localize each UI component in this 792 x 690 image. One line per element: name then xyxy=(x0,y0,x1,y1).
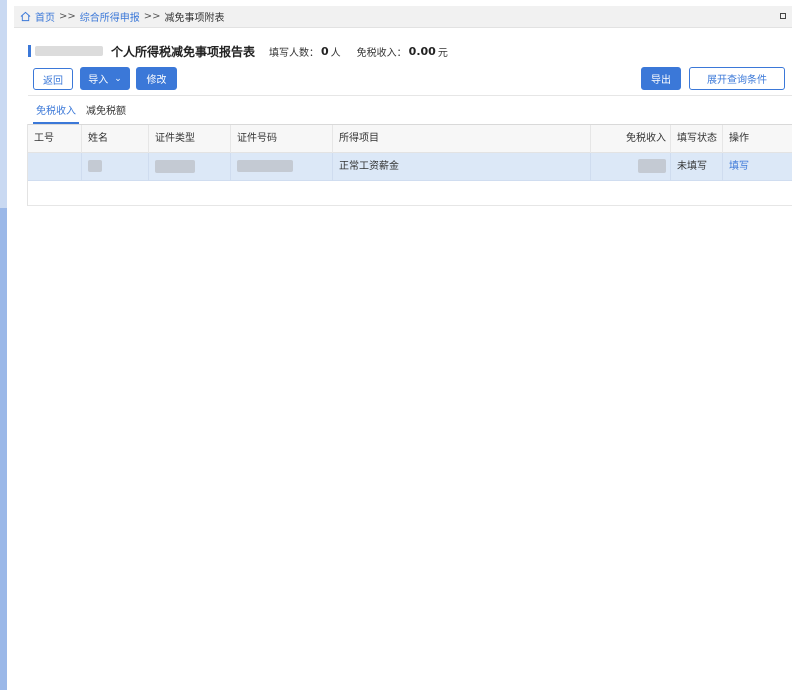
edit-button-label: 修改 xyxy=(146,75,167,86)
id-number-redacted xyxy=(237,160,293,172)
cell-tax-free-income xyxy=(590,153,670,181)
column-header-fill-status: 填写状态 xyxy=(670,125,722,153)
tax-free-income-unit: 元 xyxy=(437,47,448,59)
breadcrumb-current: 减免事项附表 xyxy=(164,13,225,24)
cell-income-item: 正常工资薪金 xyxy=(332,153,590,181)
table-empty-area xyxy=(28,181,792,206)
page-title: 个人所得税减免事项报告表 xyxy=(111,44,256,59)
edit-button[interactable]: 修改 xyxy=(136,67,177,90)
title-accent-bar xyxy=(28,45,31,57)
left-edge-strip xyxy=(0,0,7,690)
filled-count-label: 填写人数： xyxy=(269,47,320,59)
maximize-icon[interactable] xyxy=(780,13,786,19)
tab-bar: 免税收入 减免税额 xyxy=(28,104,792,124)
table-header: 工号 姓名 证件类型 证件号码 所得项目 免税收入 填写状态 操作 xyxy=(28,125,792,153)
cell-id-number xyxy=(230,153,332,181)
breadcrumb-comprehensive-income[interactable]: 综合所得申报 xyxy=(80,9,140,24)
column-header-action: 操作 xyxy=(722,125,792,153)
tax-free-income-redacted xyxy=(638,159,666,173)
tax-free-income-label: 免税收入： xyxy=(356,47,407,59)
chevron-down-icon: ⌄ xyxy=(114,73,122,84)
column-header-id-type: 证件类型 xyxy=(148,125,230,153)
left-edge-strip-light xyxy=(0,0,7,208)
import-button-label: 导入 xyxy=(88,75,109,86)
breadcrumb-separator: >> xyxy=(143,11,161,22)
column-header-employee-id: 工号 xyxy=(34,133,54,144)
cell-name xyxy=(81,153,148,181)
column-header-tax-free-income: 免税收入 xyxy=(590,125,670,153)
company-name-redacted xyxy=(35,46,103,56)
fill-link[interactable]: 填写 xyxy=(729,161,749,172)
tab-tax-reduction[interactable]: 减免税额 xyxy=(84,104,128,124)
back-button[interactable]: 返回 xyxy=(33,68,73,90)
data-table: 工号 姓名 证件类型 证件号码 所得项目 免税收入 填写状态 操作 正常工资薪金… xyxy=(28,124,792,206)
back-button-label: 返回 xyxy=(43,75,63,87)
title-row: 个人所得税减免事项报告表 填写人数： 0 人 免税收入： 0.00 元 xyxy=(28,42,464,60)
export-button-label: 导出 xyxy=(651,75,671,86)
report-header: 个人所得税减免事项报告表 填写人数： 0 人 免税收入： 0.00 元 返回 导… xyxy=(28,36,792,96)
cell-employee-id xyxy=(28,153,81,181)
breadcrumb: 首页 >> 综合所得申报 >> 减免事项附表 xyxy=(14,6,792,28)
cell-fill-status: 未填写 xyxy=(670,153,722,181)
tax-free-income-value: 0.00 xyxy=(408,44,436,58)
cell-id-type xyxy=(148,153,230,181)
id-type-redacted xyxy=(155,159,195,173)
expand-query-button-label: 展开查询条件 xyxy=(707,75,767,86)
filled-count-unit: 人 xyxy=(330,47,341,59)
cell-action: 填写 xyxy=(722,153,792,181)
column-header-name: 姓名 xyxy=(81,125,148,153)
column-header-income-item: 所得项目 xyxy=(332,125,590,153)
breadcrumb-separator: >> xyxy=(59,11,76,22)
import-dropdown-button[interactable]: 导入 ⌄ xyxy=(80,67,130,90)
breadcrumb-home[interactable]: 首页 xyxy=(35,9,55,24)
home-icon[interactable] xyxy=(20,11,31,22)
expand-query-button[interactable]: 展开查询条件 xyxy=(689,67,785,90)
column-header-id-number: 证件号码 xyxy=(230,125,332,153)
export-button[interactable]: 导出 xyxy=(641,67,681,90)
name-redacted xyxy=(88,160,102,172)
filled-count-value: 0 xyxy=(321,44,329,58)
table-row[interactable]: 正常工资薪金 未填写 填写 xyxy=(28,153,792,181)
tab-tax-free-income[interactable]: 免税收入 xyxy=(33,104,79,124)
